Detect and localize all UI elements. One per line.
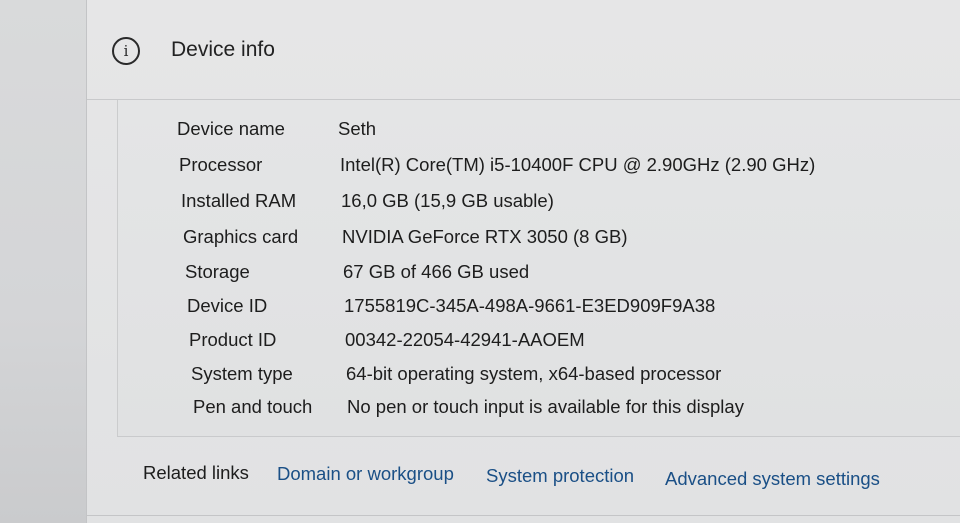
spec-value: 1755819C-345A-498A-9661-E3ED909F9A38 bbox=[344, 295, 716, 316]
spec-value: 00342-22054-42941-AAOEM bbox=[345, 329, 585, 350]
spec-label: Device name bbox=[177, 118, 285, 139]
spec-value: Intel(R) Core(TM) i5-10400F CPU @ 2.90GH… bbox=[340, 154, 816, 175]
spec-label: Installed RAM bbox=[181, 190, 297, 211]
domain-or-workgroup-link[interactable]: Domain or workgroup bbox=[277, 463, 454, 485]
settings-window: i Device info Device name Seth Processor… bbox=[0, 0, 960, 523]
related-links-title: Related links bbox=[143, 462, 249, 483]
spec-row-device-id: Device ID 1755819C-345A-498A-9661-E3ED90… bbox=[118, 295, 938, 325]
advanced-system-settings-link[interactable]: Advanced system settings bbox=[665, 468, 880, 490]
spec-label: System type bbox=[191, 363, 293, 384]
spec-label: Graphics card bbox=[183, 226, 299, 247]
spec-row-device-name: Device name Seth bbox=[118, 118, 938, 148]
device-info-header[interactable]: i Device info bbox=[87, 0, 960, 100]
spec-value: 16,0 GB (15,9 GB usable) bbox=[341, 190, 554, 211]
spec-label: Processor bbox=[179, 154, 263, 175]
spec-row-product-id: Product ID 00342-22054-42941-AAOEM bbox=[118, 329, 938, 359]
device-specs-list: Device name Seth Processor Intel(R) Core… bbox=[117, 100, 960, 436]
related-links-bar: Related links Domain or workgroup System… bbox=[87, 437, 960, 517]
spec-value: 64-bit operating system, x64-based proce… bbox=[346, 363, 722, 384]
spec-row-system-type: System type 64-bit operating system, x64… bbox=[118, 363, 938, 393]
section-title: Device info bbox=[171, 38, 275, 61]
spec-label: Storage bbox=[185, 261, 250, 282]
spec-row-pen-and-touch: Pen and touch No pen or touch input is a… bbox=[118, 396, 938, 426]
spec-value: 67 GB of 466 GB used bbox=[343, 261, 530, 282]
spec-row-storage: Storage 67 GB of 466 GB used bbox=[118, 261, 938, 291]
spec-row-installed-ram: Installed RAM 16,0 GB (15,9 GB usable) bbox=[118, 190, 938, 220]
spec-value: NVIDIA GeForce RTX 3050 (8 GB) bbox=[342, 226, 628, 247]
spec-row-processor: Processor Intel(R) Core(TM) i5-10400F CP… bbox=[118, 154, 938, 184]
spec-label: Device ID bbox=[187, 295, 268, 316]
spec-row-graphics-card: Graphics card NVIDIA GeForce RTX 3050 (8… bbox=[118, 226, 938, 256]
device-info-card: i Device info Device name Seth Processor… bbox=[86, 0, 960, 523]
system-protection-link[interactable]: System protection bbox=[486, 465, 634, 487]
spec-label: Pen and touch bbox=[193, 396, 313, 417]
spec-label: Product ID bbox=[189, 329, 277, 350]
card-bottom-border bbox=[87, 515, 960, 516]
info-icon: i bbox=[112, 37, 140, 65]
spec-value: No pen or touch input is available for t… bbox=[347, 396, 744, 417]
spec-value: Seth bbox=[338, 118, 377, 139]
